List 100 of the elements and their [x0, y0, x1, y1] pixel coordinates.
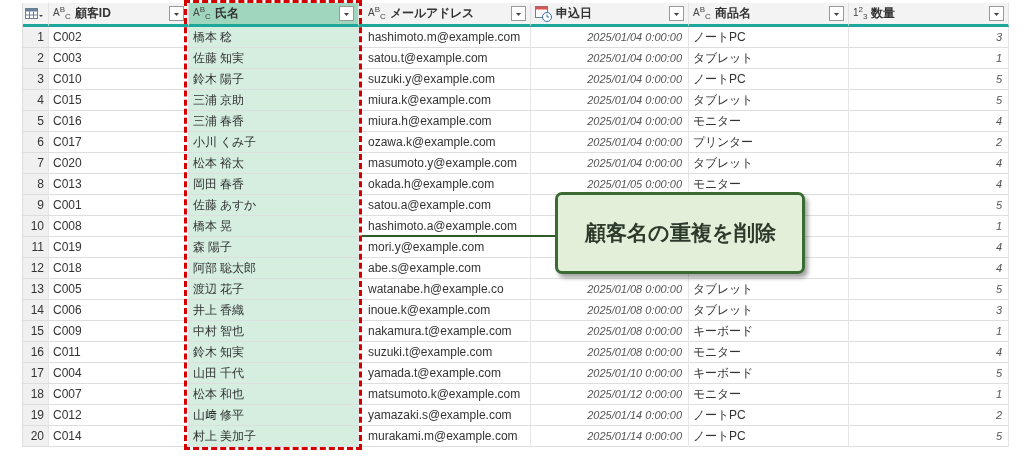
table-cell: yamazaki.s@example.com — [359, 405, 531, 426]
table-cell: タブレット — [689, 153, 849, 174]
filter-dropdown-button[interactable] — [989, 6, 1004, 21]
table-cell: ozawa.k@example.com — [359, 132, 531, 153]
row-number: 13 — [23, 279, 49, 300]
table-cell: モニター — [689, 384, 849, 405]
row-number: 4 — [23, 90, 49, 111]
table-cell: 4 — [849, 342, 1009, 363]
filter-dropdown-button[interactable] — [829, 6, 844, 21]
table-cell: 村上 美加子 — [189, 426, 359, 447]
callout-note: 顧客名の重複を削除 — [555, 192, 805, 274]
table-cell: 橋本 晃 — [189, 216, 359, 237]
column-header[interactable]: 申込日 — [531, 3, 689, 27]
table-cell: nakamura.t@example.com — [359, 321, 531, 342]
table-cell: 山田 千代 — [189, 363, 359, 384]
column-label: 氏名 — [214, 5, 240, 22]
table-cell: 2025/01/04 0:00:00 — [531, 132, 689, 153]
row-number: 19 — [23, 405, 49, 426]
filter-dropdown-button[interactable] — [669, 6, 684, 21]
table-cell: 阿部 聡太郎 — [189, 258, 359, 279]
row-number: 16 — [23, 342, 49, 363]
table-cell: タブレット — [689, 300, 849, 321]
row-number: 1 — [23, 27, 49, 48]
table-cell: 4 — [849, 153, 1009, 174]
row-number: 15 — [23, 321, 49, 342]
row-number: 20 — [23, 426, 49, 447]
column-label: 申込日 — [556, 5, 593, 22]
row-number: 18 — [23, 384, 49, 405]
row-number: 10 — [23, 216, 49, 237]
table-cell: 3 — [849, 27, 1009, 48]
table-cell: 1 — [849, 321, 1009, 342]
row-number: 9 — [23, 195, 49, 216]
table-cell: ノートPC — [689, 69, 849, 90]
table-cell: 2025/01/04 0:00:00 — [531, 27, 689, 48]
row-number: 17 — [23, 363, 49, 384]
filter-dropdown-button[interactable] — [169, 6, 184, 21]
column-label: 数量 — [871, 5, 897, 22]
table-cell: 2025/01/14 0:00:00 — [531, 405, 689, 426]
table-cell: 5 — [849, 90, 1009, 111]
table-cell: suzuki.t@example.com — [359, 342, 531, 363]
column-header[interactable]: A$^{B}$$_{C}$ 顧客ID — [49, 3, 189, 27]
table-cell: watanabe.h@example.co — [359, 279, 531, 300]
column-header[interactable]: 1$^{2}$$_{3}$ 数量 — [849, 3, 1009, 27]
table-cell: inoue.k@example.com — [359, 300, 531, 321]
table-cell: 5 — [849, 363, 1009, 384]
table-cell: ノートPC — [689, 405, 849, 426]
table-cell: 3 — [849, 300, 1009, 321]
row-number: 11 — [23, 237, 49, 258]
table-cell: 佐藤 あすか — [189, 195, 359, 216]
table-cell: 2025/01/12 0:00:00 — [531, 384, 689, 405]
table-cell: タブレット — [689, 279, 849, 300]
table-cell: キーボード — [689, 321, 849, 342]
table-cell: masumoto.y@example.com — [359, 153, 531, 174]
table-cell: yamada.t@example.com — [359, 363, 531, 384]
filter-dropdown-button[interactable] — [339, 6, 354, 21]
table-cell: 渡辺 花子 — [189, 279, 359, 300]
table-cell: 中村 智也 — [189, 321, 359, 342]
table-cell: satou.a@example.com — [359, 195, 531, 216]
table-cell: 鈴木 陽子 — [189, 69, 359, 90]
table-cell: 2025/01/04 0:00:00 — [531, 48, 689, 69]
table-cell: モニター — [689, 342, 849, 363]
table-cell: 2 — [849, 405, 1009, 426]
column-header[interactable]: A$^{B}$$_{C}$ メールアドレス — [359, 3, 531, 27]
table-cell: 2025/01/14 0:00:00 — [531, 426, 689, 447]
table-cell: 2025/01/04 0:00:00 — [531, 90, 689, 111]
table-menu-button[interactable] — [25, 8, 43, 19]
column-label: メールアドレス — [389, 5, 475, 22]
column-header[interactable]: A$^{B}$$_{C}$ 氏名 — [189, 3, 359, 27]
column-header[interactable]: A$^{B}$$_{C}$ 商品名 — [689, 3, 849, 27]
table-cell: 4 — [849, 111, 1009, 132]
table-cell: 2025/01/04 0:00:00 — [531, 153, 689, 174]
row-number: 3 — [23, 69, 49, 90]
table-cell: 5 — [849, 426, 1009, 447]
table-cell: 4 — [849, 174, 1009, 195]
table-cell: 5 — [849, 195, 1009, 216]
table-cell: satou.t@example.com — [359, 48, 531, 69]
table-cell: hashimoto.m@example.com — [359, 27, 531, 48]
table-cell: matsumoto.k@example.com — [359, 384, 531, 405]
table-cell: 2025/01/10 0:00:00 — [531, 363, 689, 384]
table-cell: 1 — [849, 384, 1009, 405]
table-cell: 2025/01/08 0:00:00 — [531, 300, 689, 321]
table-cell: 2025/01/08 0:00:00 — [531, 342, 689, 363]
table-cell: 4 — [849, 237, 1009, 258]
table-cell: murakami.m@example.com — [359, 426, 531, 447]
table-cell: okada.h@example.com — [359, 174, 531, 195]
table-cell: 2025/01/04 0:00:00 — [531, 111, 689, 132]
table-cell: 松本 和也 — [189, 384, 359, 405]
table-cell: suzuki.y@example.com — [359, 69, 531, 90]
filter-dropdown-button[interactable] — [511, 6, 526, 21]
table-cell: miura.h@example.com — [359, 111, 531, 132]
table-cell: 佐藤 知実 — [189, 48, 359, 69]
table-cell: 小川 くみ子 — [189, 132, 359, 153]
table-cell: キーボード — [689, 363, 849, 384]
table-cell: 橋本 稔 — [189, 27, 359, 48]
table-cell: 井上 香織 — [189, 300, 359, 321]
row-number: 14 — [23, 300, 49, 321]
table-cell: 2 — [849, 132, 1009, 153]
table-cell: 松本 裕太 — [189, 153, 359, 174]
table-cell: 2025/01/04 0:00:00 — [531, 69, 689, 90]
row-number: 2 — [23, 48, 49, 69]
